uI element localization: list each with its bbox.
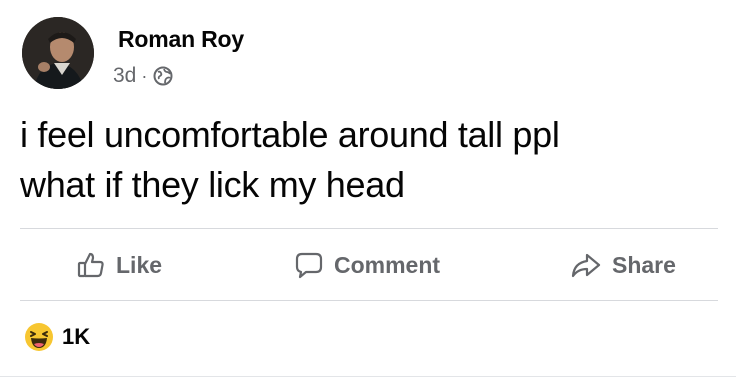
share-label: Share bbox=[612, 251, 676, 278]
reaction-count: 1K bbox=[62, 324, 91, 349]
post-text-line: what if they lick my head bbox=[20, 164, 405, 205]
comment-label: Comment bbox=[334, 251, 441, 278]
avatar[interactable] bbox=[22, 17, 94, 89]
post-text-line: i feel uncomfortable around tall ppl bbox=[20, 114, 560, 155]
divider bbox=[0, 376, 736, 377]
post-card: Roman Roy 3d · i feel uncomfortable arou… bbox=[0, 0, 736, 385]
share-arrow-icon bbox=[571, 253, 601, 278]
like-button[interactable]: Like bbox=[76, 230, 162, 300]
avatar-image bbox=[22, 17, 94, 89]
author-name[interactable]: Roman Roy bbox=[118, 26, 244, 53]
thumbs-up-icon bbox=[77, 252, 104, 278]
meta-separator: · bbox=[141, 65, 148, 86]
globe-icon[interactable] bbox=[153, 66, 173, 86]
post-meta: 3d · bbox=[113, 64, 173, 88]
comment-button[interactable]: Comment bbox=[294, 230, 440, 300]
divider bbox=[20, 300, 718, 301]
like-label: Like bbox=[116, 251, 163, 278]
post-timestamp[interactable]: 3d bbox=[113, 64, 136, 88]
comment-icon bbox=[295, 252, 323, 279]
post-text: i feel uncomfortable around tall ppl wha… bbox=[20, 110, 560, 210]
share-button[interactable]: Share bbox=[570, 230, 676, 300]
divider bbox=[20, 228, 718, 229]
haha-emoji-icon bbox=[25, 323, 53, 351]
action-bar: Like Comment Share bbox=[20, 230, 718, 300]
reaction-summary[interactable]: 1K bbox=[24, 322, 90, 352]
